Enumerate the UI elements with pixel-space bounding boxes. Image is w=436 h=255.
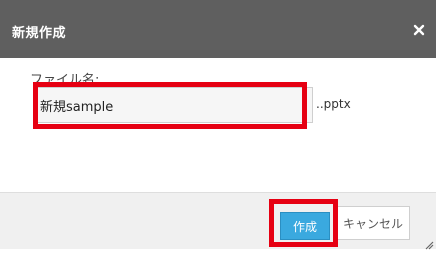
- filename-label: ファイル名:: [30, 73, 100, 88]
- cancel-button[interactable]: キャンセル: [336, 206, 410, 240]
- dialog-title: 新規作成: [12, 26, 67, 41]
- new-file-dialog: 新規作成 ファイル名: ..pptx 作成 キャンセル: [0, 0, 436, 250]
- dialog-titlebar: 新規作成: [0, 0, 436, 58]
- resize-grip-icon[interactable]: [424, 237, 434, 250]
- file-extension: ..pptx: [316, 97, 351, 111]
- create-button[interactable]: 作成: [280, 212, 330, 240]
- filename-input[interactable]: [33, 87, 313, 123]
- close-icon[interactable]: [412, 23, 426, 37]
